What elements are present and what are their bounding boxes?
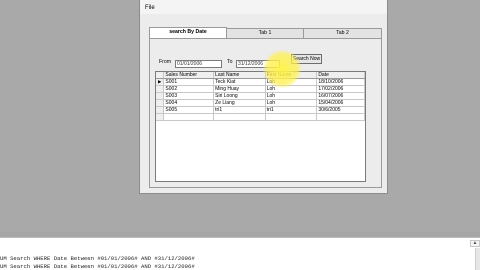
tab-search-by-date[interactable]: search By Date [149, 27, 227, 38]
cell-sales-number[interactable] [163, 113, 215, 121]
new-row[interactable] [156, 113, 365, 121]
row-header[interactable] [156, 92, 165, 100]
cell-last-name[interactable]: Teck Kiat [213, 78, 266, 86]
table-row[interactable]: S005 tri1 tri1 30/6/2005 [156, 106, 365, 114]
cell-last-name[interactable]: Siri Loong [213, 92, 266, 100]
tab-tab-2[interactable]: Tab 2 [303, 28, 382, 38]
cell-first-name[interactable]: tri1 [265, 106, 318, 114]
cell-date[interactable]: 16/07/2006 [316, 92, 365, 100]
cell-date[interactable]: 15/04/2006 [316, 99, 365, 107]
table-row[interactable]: S003 Siri Loong Loh 16/07/2006 [156, 92, 365, 100]
application-window: File search By Date Tab 1 Tab 2 From 01/… [139, 0, 388, 194]
row-header[interactable]: ▶ [156, 78, 165, 86]
console-scrollbar[interactable] [475, 248, 480, 270]
cell-last-name[interactable]: Ming Huay [213, 85, 266, 93]
cell-last-name[interactable]: tri1 [213, 106, 266, 114]
row-header[interactable] [156, 106, 165, 114]
cell-sales-number[interactable]: S002 [163, 85, 215, 93]
table-row[interactable]: S002 Ming Huay Loh 17/02/2006 [156, 85, 365, 93]
results-grid[interactable]: Sales Number Last Name First Name Date ▶… [155, 71, 366, 182]
cursor-highlight [263, 50, 301, 88]
cell-sales-number[interactable]: S005 [163, 106, 215, 114]
row-header[interactable] [156, 99, 165, 107]
cell-date[interactable]: 17/02/2006 [316, 85, 365, 93]
cell-first-name[interactable]: Loh [265, 92, 318, 100]
current-row-pointer-icon: ▶ [157, 79, 162, 84]
table-row[interactable]: S004 Ze Liang Loh 15/04/2006 [156, 99, 365, 107]
to-label: To [227, 59, 233, 65]
row-header[interactable] [156, 113, 165, 121]
menu-file[interactable]: File [145, 5, 155, 11]
tab-tab-1[interactable]: Tab 1 [226, 28, 304, 38]
cell-date[interactable]: 30/6/2005 [316, 106, 365, 114]
cell-first-name[interactable]: Loh [265, 99, 318, 107]
console-collapse-icon[interactable]: ▲ [470, 240, 480, 247]
cell-sales-number[interactable]: S003 [163, 92, 215, 100]
tab-strip: search By Date Tab 1 Tab 2 [149, 27, 382, 38]
cell-sales-number[interactable]: S001 [163, 78, 215, 86]
from-date-field[interactable]: 01/01/2006 [175, 60, 222, 68]
table-row[interactable]: ▶S001Teck KiatLoh18/10/2006 [156, 78, 365, 86]
cell-sales-number[interactable]: S004 [163, 99, 215, 107]
results-table: Sales Number Last Name First Name Date ▶… [156, 72, 365, 121]
console-output-panel: ▲ UM Search WHERE Date Between #01/01/20… [0, 237, 480, 270]
cell-last-name[interactable]: Ze Liang [213, 99, 266, 107]
cell-date[interactable] [316, 113, 365, 121]
from-label: From [159, 59, 172, 65]
menu-bar: File [140, 0, 387, 14]
cell-first-name[interactable]: Loh [265, 85, 318, 93]
row-header[interactable] [156, 85, 165, 93]
cell-first-name[interactable] [265, 113, 318, 121]
cell-date[interactable]: 18/10/2006 [316, 78, 365, 86]
console-line: UM Search WHERE Date Between #01/01/2006… [0, 263, 195, 270]
cell-last-name[interactable] [213, 113, 266, 121]
console-line: UM Search WHERE Date Between #01/01/2006… [0, 255, 195, 262]
